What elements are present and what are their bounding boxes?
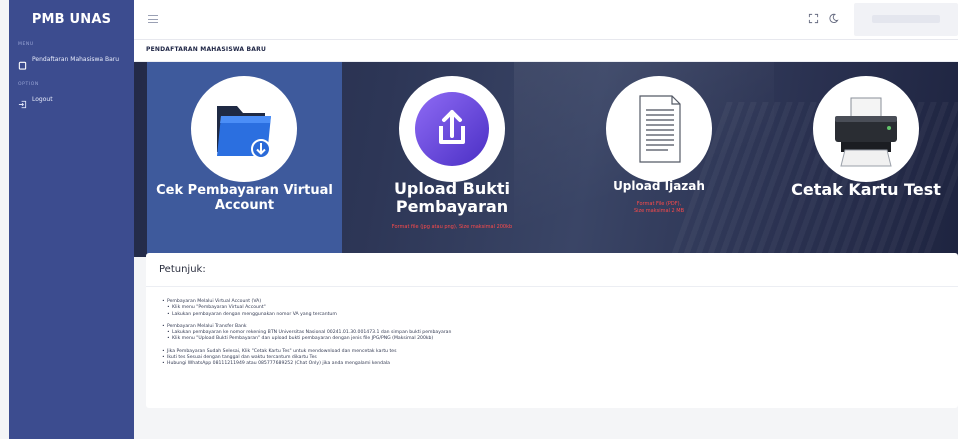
instruction-group: Pembayaran Melalui Transfer Bank Lakukan… (162, 324, 451, 343)
folder-download-icon (217, 106, 271, 159)
clipboard-icon (18, 61, 27, 70)
user-menu[interactable] (854, 3, 958, 36)
instructions-panel: Petunjuk: Pembayaran Melalui Virtual Acc… (146, 253, 958, 408)
card-icon-circle (399, 76, 505, 182)
card-cetak-kartu-test[interactable]: Cetak Kartu Test (774, 62, 958, 257)
menu-caption: MENU (18, 42, 34, 47)
card-upload-bukti-pembayaran[interactable]: Upload Bukti Pembayaran Format file (jpg… (362, 62, 542, 257)
card-upload-ijazah[interactable]: Upload Ijazah Format File (PDF), Size ma… (574, 62, 744, 257)
upload-icon (415, 92, 489, 166)
card-cek-pembayaran-va[interactable]: Cek Pembayaran Virtual Account (147, 62, 342, 257)
card-note: Format File (PDF), (636, 201, 682, 207)
card-icon-circle (813, 76, 919, 182)
sidebar: PMB UNAS MENU Pendaftaran Mahasiswa Baru… (9, 0, 134, 439)
card-title: Cek Pembayaran Virtual Account (156, 183, 333, 213)
moon-icon[interactable] (828, 13, 839, 24)
list-item: Lakukan pembayaran dengan menggunakan no… (167, 312, 451, 319)
printer-icon (835, 97, 897, 167)
card-title: Cetak Kartu Test (791, 180, 941, 199)
card-title: Upload Ijazah (613, 179, 705, 193)
document-icon (639, 95, 681, 163)
sidebar-item-label: Pendaftaran Mahasiswa Baru (32, 56, 120, 63)
page-header: PENDAFTARAN MAHASISWA BARU (134, 40, 958, 62)
divider (146, 286, 958, 287)
brand-logo[interactable]: PMB UNAS (9, 0, 134, 38)
card-icon-circle (606, 76, 712, 182)
sidebar-item-logout[interactable]: Logout (9, 92, 134, 115)
card-note: Format file (jpg atau png), Size maksima… (391, 224, 513, 230)
card-icon-circle (191, 76, 297, 182)
page-title: PENDAFTARAN MAHASISWA BARU (146, 46, 267, 53)
fullscreen-icon[interactable] (808, 13, 819, 24)
hero-banner: Cek Pembayaran Virtual Account Upload Bu… (134, 62, 958, 257)
option-caption: OPTION (18, 82, 39, 87)
app-root: PMB UNAS MENU Pendaftaran Mahasiswa Baru… (0, 0, 958, 439)
instructions-list: Pembayaran Melalui Virtual Account (VA) … (162, 299, 451, 374)
topbar (134, 0, 958, 40)
card-title: Upload Bukti Pembayaran (393, 179, 511, 217)
card-note: Size maksimal 2 MB (633, 208, 685, 214)
sidebar-item-label: Logout (32, 96, 53, 103)
user-name-placeholder (872, 15, 940, 23)
list-item: Klik menu "Upload Bukti Pembayaran" dan … (167, 336, 451, 343)
instruction-group: Pembayaran Melalui Virtual Account (VA) … (162, 299, 451, 318)
sidebar-item-pendaftaran[interactable]: Pendaftaran Mahasiswa Baru (9, 52, 134, 76)
hamburger-icon[interactable] (148, 15, 158, 23)
list-item: Hubungi WhatsApp 08111211949 atau 085777… (162, 361, 451, 368)
instruction-group: Jika Pembayaran Sudah Selesai, Klik "Cet… (162, 349, 451, 368)
logout-icon (18, 100, 27, 109)
panel-title: Petunjuk: (159, 264, 206, 275)
